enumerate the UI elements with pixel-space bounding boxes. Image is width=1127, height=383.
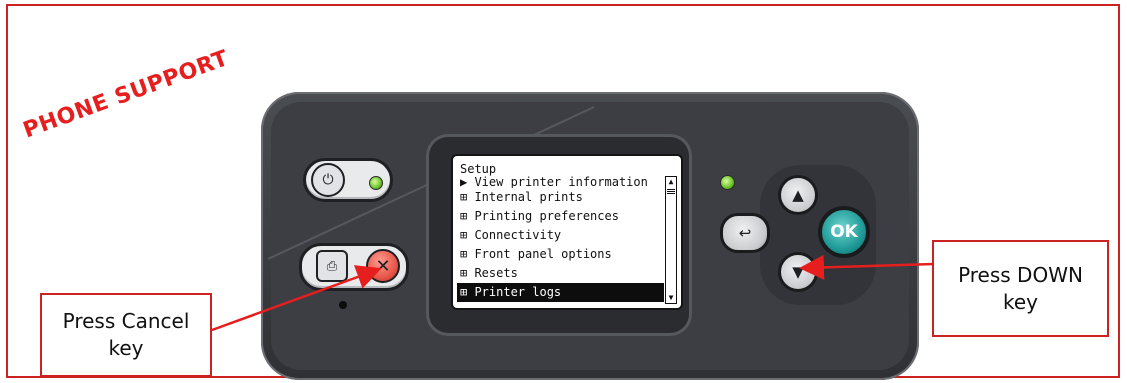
cancel-callout-line-2: key (108, 336, 144, 360)
cancel-key-callout: Press Cancel key (40, 293, 212, 377)
down-callout-line-2: key (1002, 289, 1038, 314)
down-callout-arrow (799, 254, 935, 280)
cancel-callout-line-1: Press Cancel (62, 309, 190, 333)
cancel-callout-arrow (211, 265, 382, 332)
down-callout-line-1: Press DOWN (958, 262, 1083, 287)
down-key-callout: Press DOWN key (932, 240, 1109, 337)
